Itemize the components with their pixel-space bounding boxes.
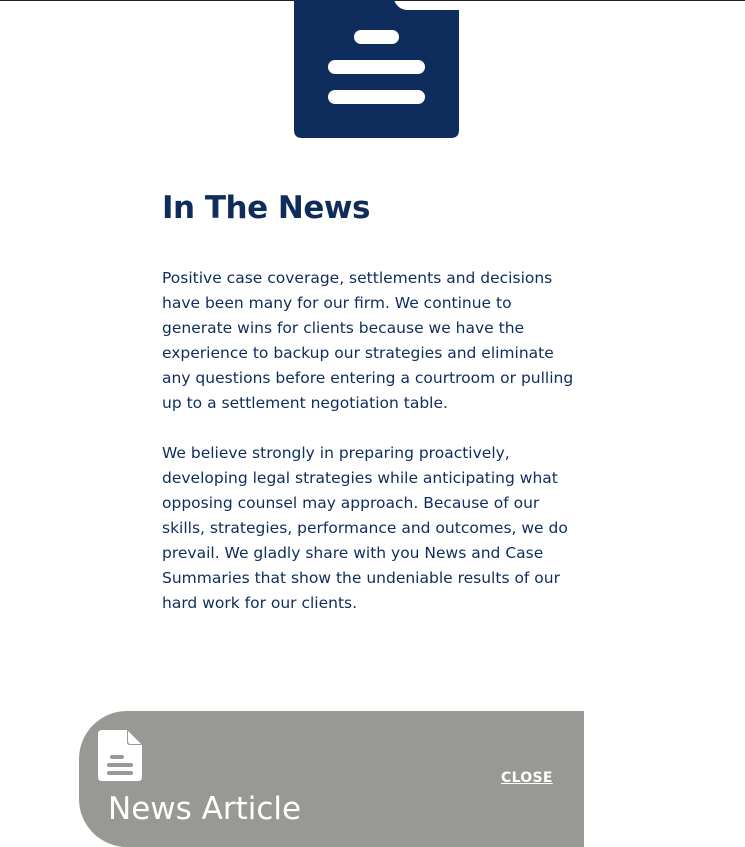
in-the-news-section: In The News Positive case coverage, sett… <box>162 188 592 616</box>
section-heading: In The News <box>162 190 371 226</box>
file-text-icon <box>98 730 142 781</box>
intro-paragraph: Positive case coverage, settlements and … <box>162 269 574 412</box>
news-article-title: News Article <box>108 791 302 827</box>
document-icon <box>294 0 459 138</box>
body-paragraph: We believe strongly in preparing proacti… <box>162 444 568 612</box>
news-article-card[interactable]: News Article CLOSE <box>79 711 584 847</box>
close-button[interactable]: CLOSE <box>501 769 553 787</box>
